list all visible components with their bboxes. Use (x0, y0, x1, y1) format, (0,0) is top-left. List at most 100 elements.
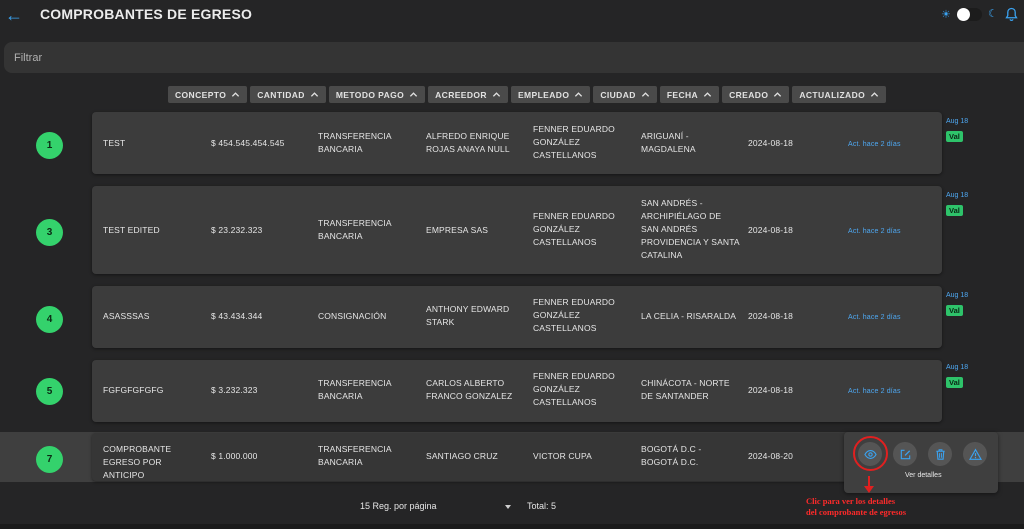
cell-metodo-pago: TRANSFERENCIA BANCARIA (318, 218, 392, 241)
row-card[interactable]: COMPROBANTE EGRESO POR ANTICIPO $ 1.000.… (92, 433, 942, 481)
theme-toggle[interactable] (957, 8, 982, 21)
moon-icon: ☾ (988, 8, 998, 20)
side-info: Aug 18 Val (946, 291, 968, 318)
chevron-up-icon (575, 92, 583, 97)
cell-concepto: TEST (103, 138, 126, 148)
row-card[interactable]: FGFGFGFGFG $ 3.232.323 TRANSFERENCIA BAN… (92, 360, 942, 422)
side-info: Aug 18 Val (946, 117, 968, 144)
side-date: Aug 18 (946, 364, 969, 371)
edit-button[interactable] (893, 442, 917, 466)
table-row[interactable]: 5 FGFGFGFGFG $ 3.232.323 TRANSFERENCIA B… (0, 360, 1024, 424)
report-button[interactable] (963, 442, 987, 466)
side-info: Aug 18 Val (946, 191, 968, 218)
cell-acreedor: ALFREDO ENRIQUE ROJAS ANAYA NULL (426, 131, 510, 154)
tooltip-text: Ver detalles (905, 472, 942, 479)
status-badge: Val (946, 377, 963, 388)
row-card[interactable]: TEST EDITED $ 23.232.323 TRANSFERENCIA B… (92, 186, 942, 274)
cell-acreedor: ANTHONY EDWARD STARK (426, 304, 510, 327)
side-info: Aug 18 Val (946, 363, 968, 390)
filter-input[interactable] (4, 42, 1024, 73)
cell-ciudad: BOGOTÁ D.C - BOGOTÁ D.C. (641, 444, 702, 467)
cell-acreedor: CARLOS ALBERTO FRANCO GONZALEZ (426, 378, 513, 401)
cell-fecha: 2024-08-18 (748, 385, 793, 395)
row-number-badge: 4 (36, 306, 63, 333)
row-card[interactable]: TEST $ 454.545.454.545 TRANSFERENCIA BAN… (92, 112, 942, 174)
cell-concepto: TEST EDITED (103, 225, 160, 235)
sort-fecha[interactable]: FECHA (659, 86, 720, 103)
cell-ciudad: LA CELIA - RISARALDA (641, 311, 737, 321)
status-badge: Val (946, 305, 963, 316)
toggle-knob (957, 8, 970, 21)
chevron-up-icon (310, 92, 318, 97)
annotation-circle (853, 436, 888, 471)
trash-icon (935, 448, 945, 460)
dropdown-caret-icon[interactable] (505, 505, 511, 509)
sort-bar: CONCEPTO CANTIDAD METODO PAGO ACREEDOR E… (168, 86, 887, 103)
side-date: Aug 18 (946, 292, 969, 299)
cell-cantidad: $ 3.232.323 (211, 385, 258, 395)
cell-fecha: 2024-08-18 (748, 225, 793, 235)
row-number-badge: 7 (36, 446, 63, 473)
cell-actualizado: Act. hace 2 días (848, 388, 901, 395)
side-date: Aug 18 (946, 192, 969, 199)
page-title: COMPROBANTES DE EGRESO (40, 6, 253, 22)
cell-empleado: FENNER EDUARDO GONZÁLEZ CASTELLANOS (533, 297, 615, 333)
chevron-up-icon (409, 92, 418, 97)
cell-metodo-pago: CONSIGNACIÓN (318, 311, 387, 321)
status-badge: Val (946, 131, 963, 142)
sort-metodo-pago[interactable]: METODO PAGO (328, 86, 426, 103)
cell-ciudad: CHINÁCOTA - NORTE DE SANTANDER (641, 378, 730, 401)
cell-acreedor: SANTIAGO CRUZ (426, 451, 498, 461)
cell-concepto: COMPROBANTE EGRESO POR ANTICIPO (103, 444, 172, 480)
cell-metodo-pago: TRANSFERENCIA BANCARIA (318, 444, 392, 467)
cell-cantidad: $ 1.000.000 (211, 451, 258, 461)
cell-actualizado: Act. hace 2 días (848, 228, 901, 235)
sort-acreedor[interactable]: ACREEDOR (428, 86, 508, 103)
delete-button[interactable] (928, 442, 952, 466)
side-date: Aug 18 (946, 118, 969, 125)
cell-ciudad: ARIGUANÍ - MAGDALENA (641, 131, 696, 154)
chevron-up-icon (774, 92, 782, 97)
table-row[interactable]: 4 ASASSSAS $ 43.434.344 CONSIGNACIÓN ANT… (0, 286, 1024, 350)
chevron-up-icon (870, 92, 879, 97)
chevron-up-icon (641, 92, 649, 97)
sort-actualizado[interactable]: ACTUALIZADO (792, 86, 887, 103)
bell-icon[interactable] (1005, 7, 1018, 22)
warning-icon (968, 448, 982, 460)
cell-actualizado: Act. hace 2 días (848, 141, 901, 148)
sort-creado[interactable]: CREADO (722, 86, 790, 103)
cell-cantidad: $ 23.232.323 (211, 225, 263, 235)
cell-empleado: FENNER EDUARDO GONZÁLEZ CASTELLANOS (533, 124, 615, 160)
back-arrow-icon[interactable]: ← (5, 5, 23, 25)
cell-fecha: 2024-08-18 (748, 138, 793, 148)
sort-ciudad[interactable]: CIUDAD (593, 86, 657, 103)
sun-icon: ☀ (941, 9, 951, 21)
cell-metodo-pago: TRANSFERENCIA BANCARIA (318, 378, 392, 401)
edit-icon (900, 449, 910, 459)
cell-concepto: ASASSSAS (103, 311, 150, 321)
table-row[interactable]: 1 TEST $ 454.545.454.545 TRANSFERENCIA B… (0, 112, 1024, 176)
cell-concepto: FGFGFGFGFG (103, 385, 164, 395)
app-header: ← COMPROBANTES DE EGRESO ☀ ☾ (0, 0, 1024, 32)
row-number-badge: 1 (36, 132, 63, 159)
cell-fecha: 2024-08-20 (748, 451, 793, 461)
chevron-up-icon (703, 92, 712, 97)
cell-fecha: 2024-08-18 (748, 311, 793, 321)
row-card[interactable]: ASASSSAS $ 43.434.344 CONSIGNACIÓN ANTHO… (92, 286, 942, 348)
sort-concepto[interactable]: CONCEPTO (168, 86, 248, 103)
cell-acreedor: EMPRESA SAS (426, 225, 489, 235)
pagination-footer: 15 Reg. por página Total: 5 (0, 497, 1024, 517)
cell-metodo-pago: TRANSFERENCIA BANCARIA (318, 131, 392, 154)
sort-cantidad[interactable]: CANTIDAD (250, 86, 326, 103)
per-page-select[interactable]: 15 Reg. por página (360, 501, 437, 511)
cell-actualizado: Act. hace 2 días (848, 314, 901, 321)
annotation-arrow-icon (864, 476, 874, 493)
row-number-badge: 5 (36, 378, 63, 405)
table-row[interactable]: 3 TEST EDITED $ 23.232.323 TRANSFERENCIA… (0, 186, 1024, 276)
bottom-edge (0, 524, 1024, 529)
cell-empleado: FENNER EDUARDO GONZÁLEZ CASTELLANOS (533, 371, 615, 407)
cell-empleado: FENNER EDUARDO GONZÁLEZ CASTELLANOS (533, 211, 615, 247)
sort-empleado[interactable]: EMPLEADO (510, 86, 591, 103)
chevron-up-icon (492, 92, 501, 97)
status-badge: Val (946, 205, 963, 216)
